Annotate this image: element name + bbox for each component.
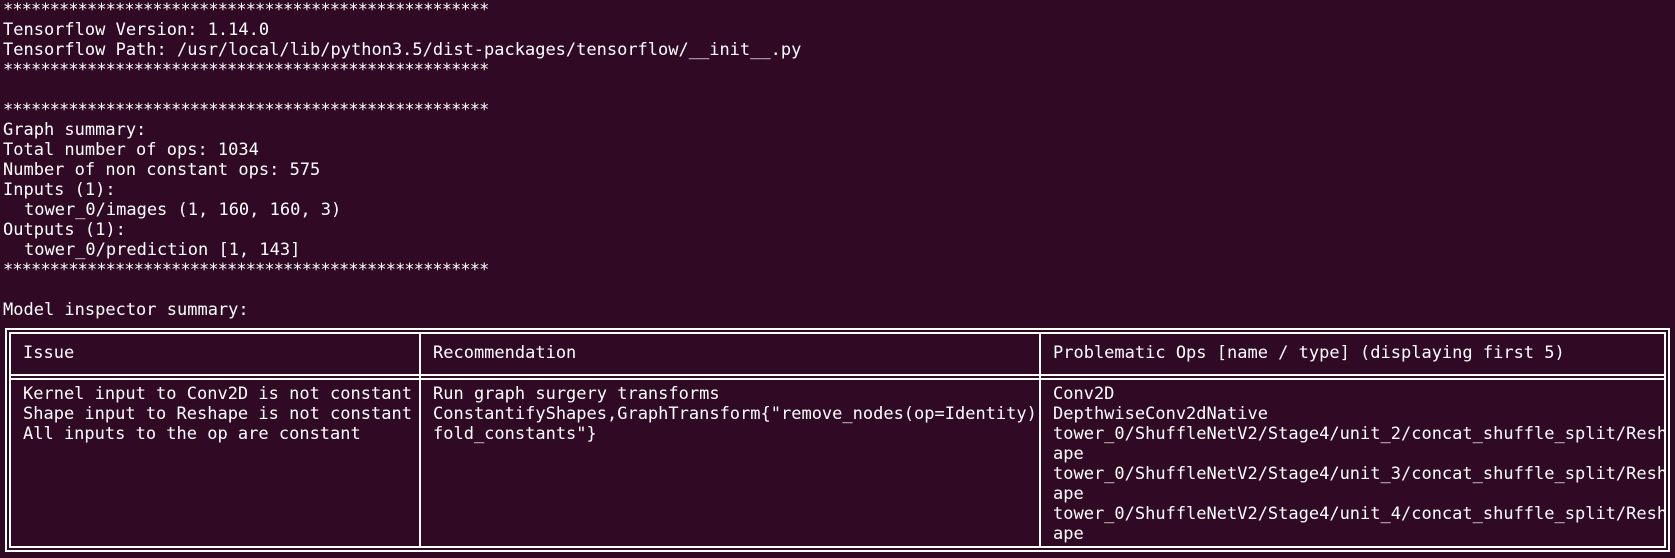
op-line: tower_0/ShuffleNetV2/Stage4/unit_4/conca… — [1053, 504, 1668, 524]
outputs-header: Outputs (1): — [3, 220, 126, 240]
ops-cell: Conv2D DepthwiseConv2dNative tower_0/Shu… — [1053, 384, 1667, 544]
issue-item: Shape input to Reshape is not constant — [23, 404, 412, 424]
graph-summary-heading: Graph summary: — [3, 120, 147, 140]
column-divider — [419, 334, 421, 546]
header-divider — [11, 374, 1664, 376]
column-divider — [1039, 334, 1041, 546]
issue-column-header: Issue — [23, 343, 75, 363]
terminal-output: ****************************************… — [3, 0, 1672, 320]
op-line: tower_0/ShuffleNetV2/Stage4/unit_3/conca… — [1053, 464, 1668, 484]
op-line: tower_0/ShuffleNetV2/Stage4/unit_2/conca… — [1053, 424, 1668, 444]
op-line: Conv2D — [1053, 384, 1115, 404]
inspector-table: Issue Recommendation Problematic Ops [na… — [5, 328, 1670, 552]
non-constant-ops-line: Number of non constant ops: 575 — [3, 160, 321, 180]
separator-line: ****************************************… — [3, 60, 489, 80]
recommendation-line: Run graph surgery transforms — [433, 384, 720, 404]
recommendation-line: ConstantifyShapes,GraphTransform{"remove… — [433, 404, 1037, 424]
recommendation-cell: Run graph surgery transforms Constantify… — [433, 384, 1037, 444]
op-line: ape — [1053, 524, 1084, 544]
header-divider — [11, 378, 1664, 380]
issue-item: All inputs to the op are constant — [23, 424, 361, 444]
recommendation-column-header: Recommendation — [433, 343, 577, 363]
separator-line: ****************************************… — [3, 0, 489, 20]
op-line: DepthwiseConv2dNative — [1053, 404, 1268, 424]
tensorflow-version-line: Tensorflow Version: 1.14.0 — [3, 20, 270, 40]
output-item: tower_0/prediction [1, 143] — [24, 240, 301, 260]
inspector-table-inner: Issue Recommendation Problematic Ops [na… — [9, 332, 1667, 548]
separator-line: ****************************************… — [3, 260, 489, 280]
inputs-header: Inputs (1): — [3, 180, 116, 200]
ops-column-header: Problematic Ops [name / type] (displayin… — [1053, 343, 1565, 363]
recommendation-line: fold_constants"} — [433, 424, 597, 444]
op-line: ape — [1053, 444, 1084, 464]
input-item: tower_0/images (1, 160, 160, 3) — [24, 200, 342, 220]
op-line: ape — [1053, 484, 1084, 504]
tensorflow-path-line: Tensorflow Path: /usr/local/lib/python3.… — [3, 40, 802, 60]
total-ops-line: Total number of ops: 1034 — [3, 140, 259, 160]
issue-item: Kernel input to Conv2D is not constant — [23, 384, 412, 404]
inspector-summary-heading: Model inspector summary: — [3, 300, 249, 320]
issue-cell: Kernel input to Conv2D is not constant S… — [23, 384, 412, 444]
separator-line: ****************************************… — [3, 100, 489, 120]
